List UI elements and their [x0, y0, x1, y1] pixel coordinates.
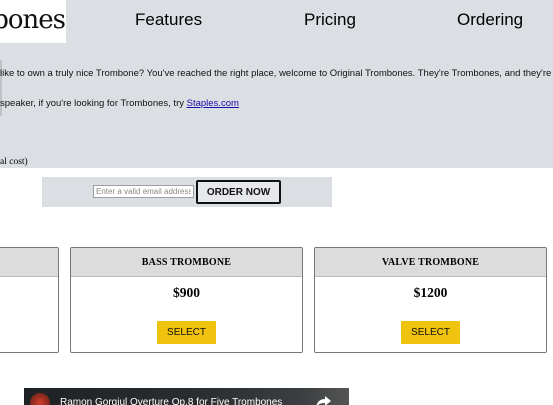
- nav-link-ordering[interactable]: Ordering: [457, 10, 523, 30]
- order-now-button[interactable]: ORDER NOW: [196, 180, 281, 204]
- channel-avatar-icon: [30, 393, 50, 405]
- video-title[interactable]: Ramon Gorgiul Overture Op.8 for Five Tro…: [60, 397, 282, 405]
- select-button-valve[interactable]: SELECT: [401, 321, 460, 344]
- nav-link-features[interactable]: Features: [135, 10, 202, 30]
- pricing-card-valve-trombone: VALVE TROMBONE $1200 SELECT: [314, 247, 547, 353]
- cost-note: al cost): [0, 157, 28, 167]
- card-price: $1200: [413, 285, 448, 300]
- intro-text-links: speaker, if you're looking for Trombones…: [0, 98, 239, 109]
- intro-text: like to own a truly nice Trombone? You'v…: [0, 68, 552, 79]
- staples-link[interactable]: Staples.com: [187, 98, 239, 109]
- card-header: [0, 248, 58, 277]
- nav-link-pricing[interactable]: Pricing: [304, 10, 356, 30]
- order-form: ORDER NOW: [42, 177, 332, 207]
- pricing-card-partial: [0, 247, 59, 353]
- logo-text: nbones: [0, 5, 66, 35]
- card-title: VALVE TROMBONE: [315, 248, 546, 277]
- video-embed[interactable]: Ramon Gorgiul Overture Op.8 for Five Tro…: [24, 388, 349, 405]
- card-title: BASS TROMBONE: [71, 248, 302, 277]
- card-price: $900: [173, 285, 200, 300]
- select-button-bass[interactable]: SELECT: [157, 321, 216, 344]
- email-input[interactable]: [93, 185, 194, 198]
- share-icon[interactable]: [315, 394, 333, 405]
- intro-text-prefix: speaker, if you're looking for Trombones…: [0, 98, 187, 109]
- logo[interactable]: nbones: [0, 0, 66, 43]
- header: nbones Features Pricing Ordering like to…: [0, 0, 553, 168]
- pricing-card-bass-trombone: BASS TROMBONE $900 SELECT: [70, 247, 303, 353]
